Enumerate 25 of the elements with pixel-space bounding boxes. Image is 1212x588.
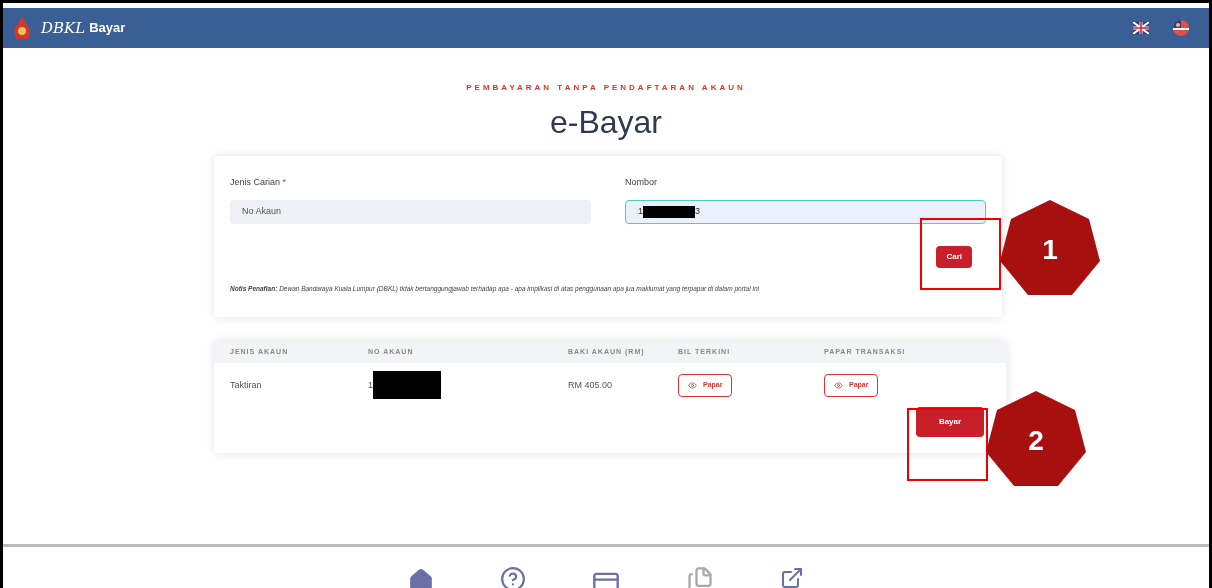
page-title: e-Bayar bbox=[549, 103, 662, 142]
redaction-block bbox=[373, 371, 441, 400]
field-label: Jenis Carian * bbox=[230, 176, 288, 189]
pay-button[interactable]: Bayar bbox=[916, 407, 984, 438]
home-icon[interactable] bbox=[408, 568, 434, 588]
table-cell-text: RM 405.00 bbox=[568, 378, 614, 392]
uk-flag-icon[interactable] bbox=[1133, 22, 1149, 34]
field-label: Nombor bbox=[625, 176, 658, 189]
search-type-field[interactable]: No Akaun bbox=[230, 199, 591, 224]
table-cell-text: Taktiran bbox=[230, 378, 263, 392]
input-text: 3 bbox=[695, 204, 701, 218]
page-eyebrow: PEMBAYARAN TANPA PENDAFTARAN AKAUN bbox=[466, 82, 746, 94]
malaysia-flag-icon[interactable] bbox=[1173, 20, 1189, 36]
brand-name: Bayar bbox=[89, 19, 126, 38]
eye-icon bbox=[834, 380, 843, 390]
search-button[interactable]: Cari bbox=[936, 245, 972, 268]
external-link-icon[interactable] bbox=[780, 566, 804, 588]
input-text: 1 bbox=[638, 204, 643, 218]
number-input-field[interactable]: 1 3 bbox=[625, 199, 986, 224]
crest-icon bbox=[11, 15, 33, 41]
brand-script: DBKL bbox=[41, 17, 86, 39]
eye-icon bbox=[688, 380, 697, 390]
table-cell: 1 bbox=[368, 378, 373, 392]
help-icon[interactable] bbox=[500, 566, 526, 588]
redaction-block bbox=[643, 205, 695, 218]
